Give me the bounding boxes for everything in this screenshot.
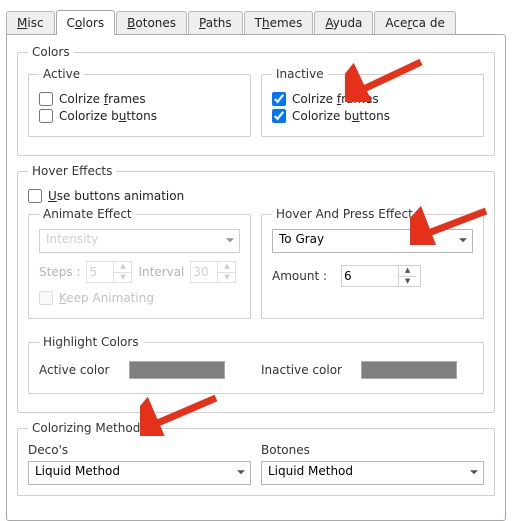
tab-ayuda[interactable]: Ayuda — [314, 11, 373, 34]
active-legend: Active — [39, 67, 84, 81]
colors-panel: Colors Active Colrize frames Colorize bu… — [6, 34, 506, 521]
spin-up-icon: ▲ — [218, 262, 235, 273]
highlight-active-color[interactable] — [129, 361, 225, 379]
active-group: Active Colrize frames Colorize buttons — [28, 67, 251, 137]
spin-down-icon[interactable]: ▼ — [399, 277, 416, 287]
keep-animating: Keep Animating — [39, 291, 240, 305]
interval-value — [191, 265, 217, 279]
colors-legend: Colors — [28, 45, 74, 59]
highlight-inactive-color[interactable] — [361, 361, 457, 379]
highlight-active-label: Active color — [39, 363, 119, 377]
active-colorize-buttons[interactable]: Colorize buttons — [39, 109, 240, 123]
steps-spinner: ▲▼ — [86, 261, 132, 283]
tab-themes[interactable]: Themes — [244, 11, 314, 34]
tab-bar: Misc Colors Botones Paths Themes Ayuda A… — [6, 10, 506, 34]
spin-down-icon: ▼ — [114, 273, 131, 283]
animate-effect-group: Animate Effect Intensity Steps : ▲▼ Inte… — [28, 207, 251, 319]
active-colorize-buttons-checkbox[interactable] — [39, 109, 53, 123]
inactive-colorize-buttons[interactable]: Colorize buttons — [272, 109, 473, 123]
animate-intensity-value: Intensity — [39, 229, 240, 253]
tab-acerca[interactable]: Acerca de — [374, 11, 455, 34]
botones-method-value: Liquid Method — [261, 461, 484, 485]
hover-press-legend: Hover And Press Effect — [272, 207, 417, 221]
tab-paths[interactable]: Paths — [188, 11, 243, 34]
deco-method-select[interactable]: Liquid Method — [28, 461, 251, 485]
amount-label: Amount : — [272, 269, 327, 283]
deco-label: Deco's — [28, 443, 251, 457]
keep-animating-checkbox — [39, 291, 53, 305]
inactive-group: Inactive Colrize frames Colorize buttons — [261, 67, 484, 137]
animate-effect-legend: Animate Effect — [39, 207, 136, 221]
colorizing-method-group: Colorizing Method Deco's Liquid Method B… — [17, 421, 495, 496]
tab-misc[interactable]: Misc — [6, 11, 55, 34]
hover-effects-group: Hover Effects Use buttons animation Anim… — [17, 164, 495, 413]
spin-up-icon: ▲ — [114, 262, 131, 273]
hover-effects-legend: Hover Effects — [28, 164, 116, 178]
colorizing-method-legend: Colorizing Method — [28, 421, 144, 435]
inactive-colorize-buttons-checkbox[interactable] — [272, 109, 286, 123]
botones-method-select[interactable]: Liquid Method — [261, 461, 484, 485]
hover-press-value: To Gray — [272, 229, 473, 253]
tab-colors[interactable]: Colors — [56, 10, 116, 35]
interval-spinner: ▲▼ — [190, 261, 236, 283]
inactive-colorize-frames-checkbox[interactable] — [272, 92, 286, 106]
botones-label: Botones — [261, 443, 484, 457]
highlight-colors-group: Highlight Colors Active color Inactive c… — [28, 335, 484, 394]
steps-value — [87, 265, 113, 279]
hover-press-group: Hover And Press Effect To Gray Amount : … — [261, 207, 484, 319]
highlight-colors-legend: Highlight Colors — [39, 335, 143, 349]
spin-down-icon: ▼ — [218, 273, 235, 283]
deco-method-value: Liquid Method — [28, 461, 251, 485]
use-buttons-animation[interactable]: Use buttons animation — [28, 189, 484, 203]
steps-label: Steps : — [39, 265, 80, 279]
inactive-colorize-frames[interactable]: Colrize frames — [272, 92, 473, 106]
active-colorize-frames-checkbox[interactable] — [39, 92, 53, 106]
interval-label: Interval — [138, 265, 184, 279]
inactive-legend: Inactive — [272, 67, 328, 81]
colors-group: Colors Active Colrize frames Colorize bu… — [17, 45, 495, 156]
amount-spinner[interactable]: ▲▼ — [341, 265, 421, 287]
use-buttons-animation-checkbox[interactable] — [28, 189, 42, 203]
active-colorize-frames[interactable]: Colrize frames — [39, 92, 240, 106]
tab-botones[interactable]: Botones — [116, 11, 187, 34]
spin-up-icon[interactable]: ▲ — [399, 266, 416, 277]
amount-value[interactable] — [342, 269, 398, 283]
hover-press-select[interactable]: To Gray — [272, 229, 473, 253]
highlight-inactive-label: Inactive color — [261, 363, 351, 377]
animate-intensity-select: Intensity — [39, 229, 240, 253]
